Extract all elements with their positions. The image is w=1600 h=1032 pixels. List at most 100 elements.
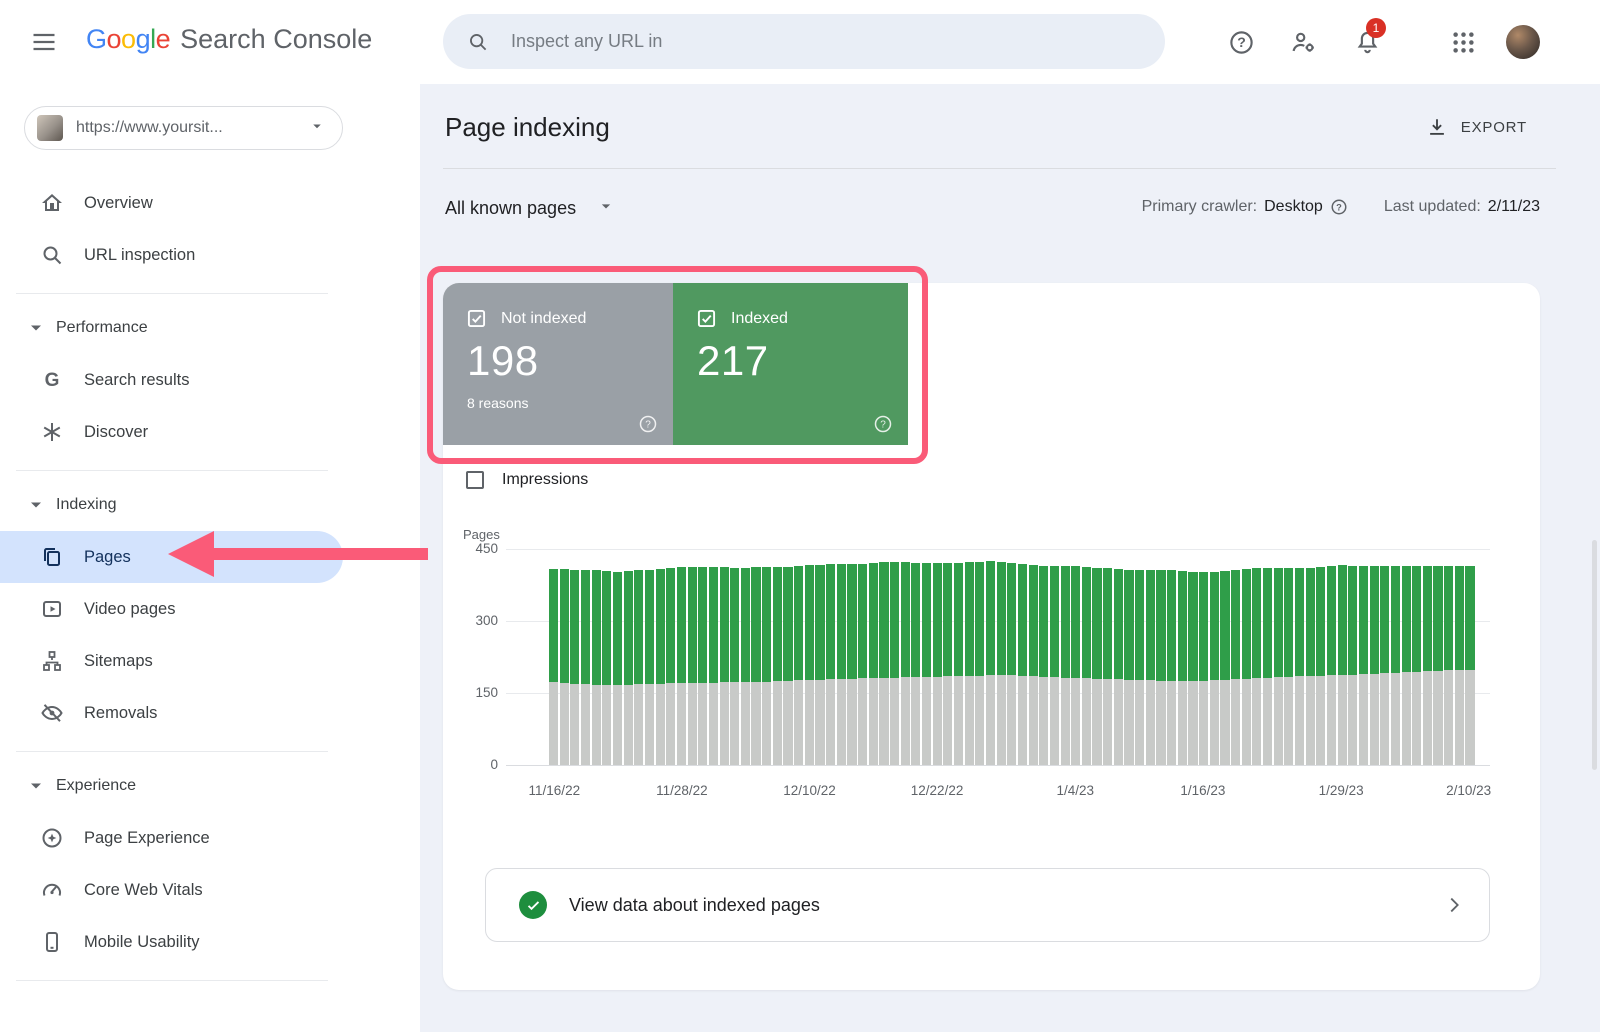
not-indexed-bar-segment <box>1284 677 1293 765</box>
not-indexed-bar-segment <box>933 677 942 765</box>
svg-text:?: ? <box>1237 34 1246 50</box>
indexed-bar-segment <box>1188 572 1197 681</box>
indexed-bar-segment <box>698 567 707 683</box>
sidebar-item-overview[interactable]: Overview <box>0 177 420 229</box>
bar <box>656 569 665 765</box>
indexed-bar-segment <box>1348 566 1357 675</box>
sidebar-item-pages[interactable]: Pages <box>0 531 343 583</box>
bar <box>879 562 888 765</box>
bar <box>1444 566 1453 765</box>
bar <box>762 567 771 765</box>
indexed-bar-segment <box>549 569 558 682</box>
help-icon[interactable]: ? <box>873 414 893 434</box>
bar <box>709 567 718 765</box>
help-icon[interactable]: ? <box>638 414 658 434</box>
url-inspect-searchbar[interactable]: Inspect any URL in <box>443 14 1165 69</box>
notification-badge[interactable]: 1 <box>1366 18 1386 38</box>
section-header-indexing[interactable]: Indexing <box>0 479 420 531</box>
sidebar-item-search-results[interactable]: GSearch results <box>0 354 420 406</box>
not-indexed-bar-segment <box>1103 679 1112 765</box>
scrollbar-thumb[interactable] <box>1592 540 1597 770</box>
section-header-performance[interactable]: Performance <box>0 302 420 354</box>
not-indexed-bar-segment <box>656 684 665 765</box>
bar <box>1061 566 1070 765</box>
indexed-bar-segment <box>1156 570 1165 681</box>
g-icon: G <box>40 368 64 392</box>
indexed-bar-segment <box>794 566 803 680</box>
sidebar-item-core-web-vitals[interactable]: Core Web Vitals <box>0 864 420 916</box>
stacked-bars[interactable] <box>549 549 1474 765</box>
site-favicon <box>37 115 63 141</box>
indexed-bar-segment <box>869 563 878 678</box>
user-avatar[interactable] <box>1506 25 1540 59</box>
x-axis-label: 11/16/22 <box>529 783 581 798</box>
bar <box>773 567 782 765</box>
indexed-bar-segment <box>783 567 792 680</box>
not-indexed-bar-segment <box>1071 678 1080 765</box>
topbar: Google Search Console Inspect any URL in… <box>0 0 1600 84</box>
checked-checkbox-icon[interactable] <box>697 309 716 328</box>
bar <box>1167 570 1176 765</box>
sidebar-item-mobile-usability[interactable]: Mobile Usability <box>0 916 420 968</box>
sidebar-item-label: Sitemaps <box>84 652 153 671</box>
not-indexed-bar-segment <box>1146 680 1155 765</box>
not-indexed-bar-segment <box>922 677 931 765</box>
sidebar-item-removals[interactable]: Removals <box>0 687 420 739</box>
primary-crawler-info: Primary crawler: Desktop ? <box>1142 198 1348 216</box>
section-label: Indexing <box>56 496 117 514</box>
sidebar-divider <box>16 293 328 294</box>
unchecked-checkbox-icon[interactable] <box>466 471 484 489</box>
sidebar-item-video-pages[interactable]: Video pages <box>0 583 420 635</box>
indexed-bar-segment <box>730 568 739 683</box>
not-indexed-bar-segment <box>720 682 729 765</box>
bar <box>943 563 952 765</box>
not-indexed-bar-segment <box>624 685 633 765</box>
app-title: Search Console <box>180 24 372 55</box>
indexed-bar-segment <box>901 562 910 677</box>
header-divider <box>443 168 1556 169</box>
known-pages-filter-dropdown[interactable]: All known pages <box>445 196 616 221</box>
not-indexed-tile[interactable]: Not indexed 198 8 reasons ? <box>443 283 673 445</box>
sidebar-item-url-inspection[interactable]: URL inspection <box>0 229 420 281</box>
export-label: EXPORT <box>1461 119 1527 136</box>
not-indexed-bar-segment <box>815 680 824 765</box>
not-indexed-bar-segment <box>869 678 878 765</box>
sidebar-item-page-experience[interactable]: Page Experience <box>0 812 420 864</box>
indexed-bar-segment <box>560 569 569 683</box>
bar <box>666 568 675 765</box>
sidebar-item-sitemaps[interactable]: Sitemaps <box>0 635 420 687</box>
bar <box>1082 567 1091 765</box>
hamburger-menu-icon[interactable] <box>30 28 58 56</box>
impressions-checkbox[interactable]: Impressions <box>466 471 588 489</box>
apps-grid-icon[interactable] <box>1450 29 1477 56</box>
bar <box>1029 565 1038 765</box>
not-indexed-bar-segment <box>1220 680 1229 765</box>
user-settings-button[interactable] <box>1290 29 1317 56</box>
indexed-tile[interactable]: Indexed 217 ? <box>673 283 908 445</box>
bar <box>730 568 739 765</box>
google-search-console-logo[interactable]: Google Search Console <box>86 24 372 55</box>
svg-text:G: G <box>45 370 60 391</box>
bar <box>890 562 899 765</box>
mobile-icon <box>40 930 64 954</box>
not-indexed-bar-segment <box>592 685 601 765</box>
not-indexed-bar-segment <box>1167 681 1176 766</box>
last-updated-info: Last updated: 2/11/23 <box>1384 198 1540 216</box>
checked-checkbox-icon[interactable] <box>467 309 486 328</box>
not-indexed-bar-segment <box>901 677 910 765</box>
help-button[interactable]: ? <box>1228 29 1255 56</box>
not-indexed-count: 198 <box>467 337 539 385</box>
indexed-bar-segment <box>1146 570 1155 680</box>
report-meta: Primary crawler: Desktop ? Last updated:… <box>1142 198 1540 216</box>
bar <box>624 571 633 765</box>
section-header-experience[interactable]: Experience <box>0 760 420 812</box>
sidebar-item-discover[interactable]: Discover <box>0 406 420 458</box>
bar <box>1327 566 1336 765</box>
not-indexed-bar-segment <box>549 682 558 765</box>
not-indexed-bar-segment <box>1082 678 1091 765</box>
property-selector[interactable]: https://www.yoursit... <box>24 106 343 150</box>
help-icon[interactable]: ? <box>1330 198 1348 216</box>
view-indexed-data-button[interactable]: View data about indexed pages <box>485 868 1490 942</box>
export-button[interactable]: EXPORT <box>1426 116 1527 138</box>
page-title: Page indexing <box>445 112 610 143</box>
